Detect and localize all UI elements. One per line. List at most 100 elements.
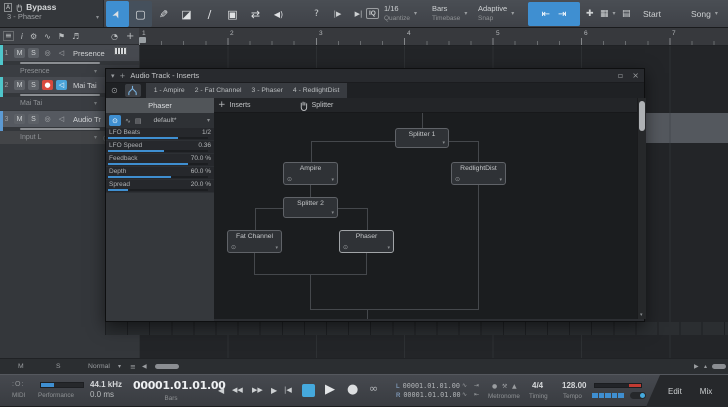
counter-unit-label[interactable]: Bars bbox=[133, 395, 209, 402]
scrollbar-thumb[interactable] bbox=[639, 101, 645, 131]
time-signature[interactable]: 4/4 bbox=[532, 381, 543, 390]
chevron-down-icon[interactable]: ▾ bbox=[118, 363, 121, 370]
tool-paint[interactable]: ∕ bbox=[198, 1, 221, 27]
chevron-down-icon[interactable]: ▾ bbox=[96, 14, 99, 21]
zoom-slider[interactable] bbox=[155, 364, 179, 369]
chevron-down-icon[interactable]: ▾ bbox=[275, 245, 278, 251]
performance-meter[interactable] bbox=[40, 382, 84, 388]
mute-button[interactable]: M bbox=[14, 80, 25, 90]
solo-button[interactable]: S bbox=[28, 80, 39, 90]
follow-in-button[interactable]: |▶ bbox=[327, 1, 348, 27]
splitter-label[interactable]: Splitter bbox=[312, 102, 334, 109]
chevron-down-icon[interactable]: ▾ bbox=[387, 245, 390, 251]
node-splitter-2[interactable]: Splitter 2 ▾ bbox=[283, 197, 338, 218]
stop-button[interactable] bbox=[302, 384, 315, 397]
snap-mode-toggle[interactable]: ⇤ ⇥ bbox=[528, 2, 580, 26]
power-icon[interactable]: ⊙ bbox=[231, 244, 236, 251]
power-button[interactable]: ⊙ bbox=[109, 115, 121, 126]
tab-phaser[interactable]: 3 - Phaser bbox=[252, 87, 283, 94]
tool-listen[interactable]: ◀) bbox=[267, 1, 290, 27]
autopunch-in-icon[interactable]: ⇥ bbox=[474, 382, 479, 389]
menu-icon[interactable]: ≡ bbox=[130, 363, 136, 371]
close-icon[interactable]: × bbox=[632, 71, 639, 80]
help-button[interactable]: ? bbox=[306, 1, 327, 27]
volume-slider[interactable] bbox=[20, 62, 100, 64]
forward-button[interactable]: ▶▶ bbox=[252, 386, 263, 394]
playhead-marker[interactable] bbox=[139, 37, 146, 43]
master-mute[interactable]: M bbox=[18, 363, 24, 370]
node-ampire[interactable]: Ampire ⊙ ▾ bbox=[283, 162, 338, 185]
zoom-slider[interactable] bbox=[712, 364, 726, 369]
record-arm-button[interactable]: ◎ bbox=[42, 48, 53, 58]
edit-button[interactable]: Edit bbox=[668, 387, 682, 396]
preset-name[interactable]: default* bbox=[154, 117, 177, 124]
rewind-button[interactable]: ◀◀ bbox=[232, 386, 243, 394]
mute-button[interactable]: M bbox=[14, 48, 25, 58]
performance-label[interactable]: Performance bbox=[38, 392, 74, 399]
routing-view-button[interactable] bbox=[125, 84, 141, 97]
volume-slider[interactable] bbox=[20, 128, 100, 130]
solo-button[interactable]: S bbox=[28, 48, 39, 58]
node-fat-channel[interactable]: Fat Channel ⊙ ▾ bbox=[227, 230, 282, 253]
snap-dropdown[interactable]: AdaptiveSnap ▾ bbox=[478, 0, 514, 27]
monitor-button[interactable]: ◁ bbox=[56, 80, 67, 90]
quantize-dropdown[interactable]: 1/16Quantize ▾ bbox=[384, 0, 417, 27]
record-panel-button[interactable]: ▤ bbox=[622, 0, 631, 27]
timebase-dropdown[interactable]: BarsTimebase ▾ bbox=[432, 0, 467, 27]
mute-button[interactable]: M bbox=[14, 114, 25, 124]
chevron-up-icon[interactable]: ▴ bbox=[704, 363, 707, 370]
metronome-dot-icon[interactable]: ● bbox=[492, 383, 497, 390]
crosshair-button[interactable]: ✚ bbox=[586, 0, 594, 27]
node-redlightdist[interactable]: RedlightDist ⊙ ▾ bbox=[451, 162, 506, 185]
plugin-mini-header[interactable]: A Bypass 3 - Phaser ▾ bbox=[0, 0, 104, 27]
main-time-counter[interactable]: 00001.01.01.00 bbox=[133, 379, 209, 392]
param-slider[interactable] bbox=[108, 189, 208, 191]
loop-end-readout[interactable]: R00001.01.01.00 bbox=[396, 391, 461, 399]
precount-icon[interactable]: ∿ bbox=[462, 391, 467, 398]
chevron-down-icon[interactable]: ▾ bbox=[442, 140, 445, 146]
loop-start-readout[interactable]: L00001.01.01.00 bbox=[396, 382, 460, 390]
track-name[interactable]: Mai Tai bbox=[73, 81, 97, 90]
tempo-value[interactable]: 128.00 bbox=[562, 381, 586, 390]
return-to-start-button[interactable]: |◀ bbox=[284, 386, 292, 394]
chevron-down-icon[interactable]: ▾ bbox=[331, 210, 334, 216]
param-row[interactable]: LFO Beats 1/2 bbox=[106, 128, 214, 141]
param-slider[interactable] bbox=[108, 137, 208, 139]
metronome-setup-icon[interactable]: ⚒ bbox=[502, 383, 507, 390]
autopunch-out-icon[interactable]: ⇤ bbox=[474, 391, 479, 398]
chevron-right-icon[interactable]: ▶ bbox=[694, 363, 699, 370]
prev-bar-button[interactable]: ◀ bbox=[218, 386, 224, 395]
grid-view-button[interactable]: ▦▾ bbox=[600, 0, 616, 27]
notes-icon[interactable]: ♬ bbox=[72, 32, 79, 41]
start-button[interactable]: Start bbox=[643, 0, 661, 27]
record-arm-button[interactable]: ● bbox=[42, 80, 53, 90]
chevron-down-icon[interactable]: ▾ bbox=[111, 72, 115, 80]
tab-fat-channel[interactable]: 2 - Fat Channel bbox=[195, 87, 242, 94]
preset-file-icon[interactable]: ▤ bbox=[135, 117, 142, 125]
loop-button[interactable]: ∞ bbox=[369, 382, 378, 395]
tab-redlightdist[interactable]: 4 - RedlightDist bbox=[293, 87, 339, 94]
meter-toggle[interactable] bbox=[630, 392, 646, 399]
metronome-label[interactable]: Metronome bbox=[488, 393, 520, 400]
chevron-down-icon[interactable]: ▾ bbox=[331, 177, 334, 183]
inserts-label[interactable]: Inserts bbox=[230, 102, 251, 109]
chevron-down-icon[interactable]: ▾ bbox=[499, 177, 502, 183]
add-insert-icon[interactable]: + bbox=[218, 100, 226, 110]
power-icon[interactable]: ⊙ bbox=[455, 176, 460, 183]
tool-range[interactable]: ▢ bbox=[129, 1, 152, 27]
node-phaser[interactable]: Phaser ⊙ ▾ bbox=[339, 230, 394, 253]
param-row[interactable]: Depth 60.0 % bbox=[106, 167, 214, 180]
record-arm-button[interactable]: ◎ bbox=[42, 114, 53, 124]
iq-badge[interactable]: IQ bbox=[366, 0, 379, 27]
pin-icon[interactable]: ▫ bbox=[618, 71, 623, 80]
automation-icon[interactable]: ∿ bbox=[44, 32, 51, 41]
tool-eraser[interactable]: ◪ bbox=[175, 1, 198, 27]
track-name[interactable]: Presence bbox=[73, 49, 105, 58]
param-slider[interactable] bbox=[108, 176, 208, 178]
tool-bend[interactable]: ⇄ bbox=[244, 1, 267, 27]
tab-ampire[interactable]: 1 - Ampire bbox=[154, 87, 185, 94]
clock-icon[interactable]: ◔ bbox=[111, 32, 118, 41]
tool-mute[interactable]: ▣ bbox=[221, 1, 244, 27]
chevron-down-icon[interactable]: ▾ bbox=[207, 117, 210, 124]
monitor-button[interactable]: ◁ bbox=[56, 48, 67, 58]
